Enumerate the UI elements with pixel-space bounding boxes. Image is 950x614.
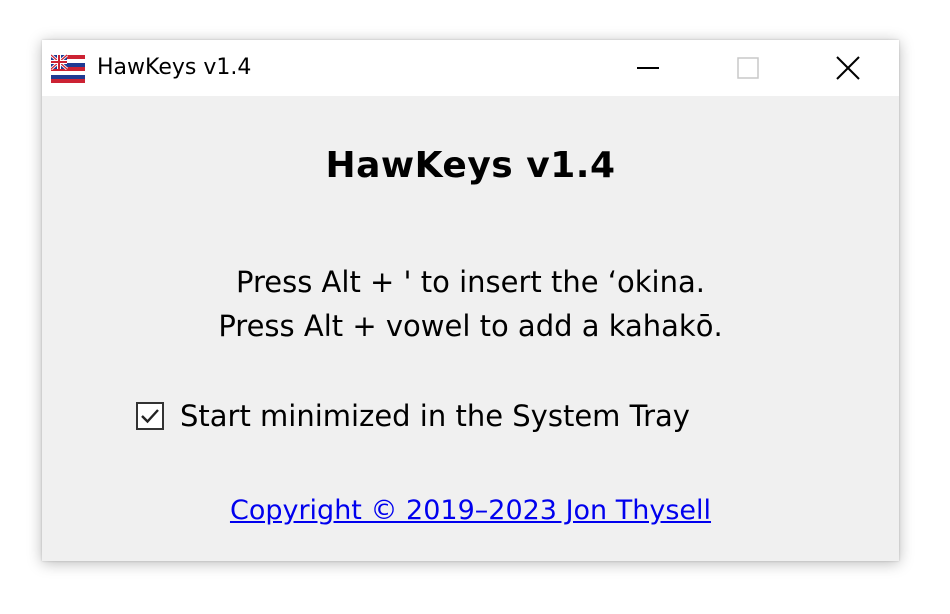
start-minimized-checkbox[interactable] bbox=[136, 402, 164, 430]
checkmark-icon bbox=[136, 402, 164, 430]
maximize-icon bbox=[737, 57, 759, 79]
start-minimized-label[interactable]: Start minimized in the System Tray bbox=[180, 394, 690, 438]
minimize-icon bbox=[637, 67, 659, 69]
close-icon bbox=[836, 56, 860, 80]
app-heading: HawKeys v1.4 bbox=[325, 145, 616, 186]
okina-instruction: Press Alt + ' to insert the ‘okina. bbox=[236, 265, 705, 299]
app-window: HawKeys v1.4 HawKeys v1.4 Press Alt + ' … bbox=[42, 40, 899, 561]
kahako-instruction: Press Alt + vowel to add a kahakō. bbox=[218, 309, 723, 343]
title-bar[interactable]: HawKeys v1.4 bbox=[42, 40, 899, 96]
hawaii-flag-icon bbox=[50, 52, 85, 86]
window-title: HawKeys v1.4 bbox=[97, 55, 252, 80]
copyright-link[interactable]: Copyright © 2019–2023 Jon Thysell bbox=[42, 492, 899, 530]
maximize-button[interactable] bbox=[698, 40, 798, 96]
close-button[interactable] bbox=[798, 40, 898, 96]
minimize-button[interactable] bbox=[598, 40, 698, 96]
